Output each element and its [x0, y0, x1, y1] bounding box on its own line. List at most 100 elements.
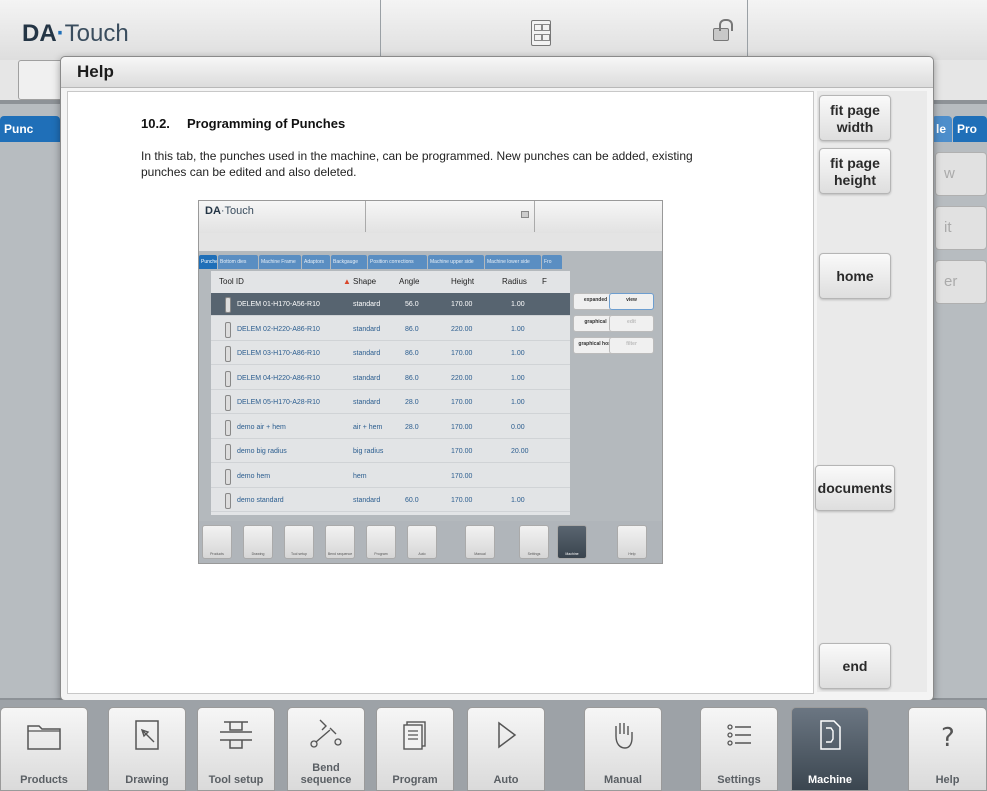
cell-id: DELEM 03-H170-A86-R10: [237, 350, 320, 357]
cell-shape: big radius: [353, 448, 384, 455]
cell-radius: 20.00: [511, 448, 529, 455]
section-title: Programming of Punches: [187, 116, 346, 131]
nav-label: Help: [935, 774, 960, 786]
screenshot-top-segment: [366, 201, 535, 232]
screenshot-logo: DA·Touch: [205, 205, 254, 217]
background-tab: Pro: [953, 116, 987, 142]
end-button[interactable]: end: [819, 643, 891, 689]
screenshot-nav-button: Settings: [519, 525, 549, 559]
cell-shape: standard: [353, 350, 381, 357]
background-button-label: w: [944, 165, 955, 182]
screenshot-bottom-nav: Products Drawing Tool setup Bend sequenc…: [199, 521, 662, 563]
svg-text:?: ?: [941, 723, 955, 752]
nav-label: Bend sequence: [300, 762, 352, 786]
help-button-panel: fit page width fit page height home docu…: [815, 91, 927, 692]
screenshot-lock-icon: [521, 211, 529, 218]
screenshot-nav-button: Bend sequence: [325, 525, 355, 559]
cell-radius: 1.00: [511, 301, 525, 308]
cell-angle: 86.0: [405, 325, 419, 333]
screenshot-view-button: view: [609, 293, 654, 310]
cell-id: demo big radius: [237, 448, 287, 455]
cell-angle: 56.0: [405, 301, 419, 308]
sort-triangle-icon: ▲: [343, 277, 351, 286]
nav-settings-button[interactable]: Settings: [700, 707, 778, 791]
screenshot-punch-table: Tool ID ▲ Shape Angle Height Radius F DE…: [211, 271, 570, 515]
screenshot-table-row: demo air + hem air + hem 28.0 170.00 0.00: [211, 416, 570, 439]
cell-radius: 1.00: [511, 325, 525, 333]
nav-machine-button[interactable]: Machine: [791, 707, 869, 791]
fit-page-width-button[interactable]: fit page width: [819, 95, 891, 141]
bottom-navigation: Products Drawing Tool setup Bend sequence…: [0, 700, 987, 791]
cell-height: 170.00: [451, 399, 473, 406]
top-bar-tools-section: [381, 0, 748, 58]
cell-id: DELEM 02-H220-A86-R10: [237, 325, 320, 333]
background-tab: le: [932, 116, 952, 142]
screenshot-nav-button: Products: [202, 525, 232, 559]
documents-button[interactable]: documents: [815, 465, 895, 511]
screenshot-nav-button: Manual: [465, 525, 495, 559]
screenshot-nav-button: Help: [617, 525, 647, 559]
cell-radius: 1.00: [511, 399, 525, 406]
nav-label: Auto: [493, 774, 519, 786]
nav-auto-button[interactable]: Auto: [467, 707, 545, 791]
background-tab-label: le: [936, 122, 947, 136]
screenshot-edit-button: edit: [609, 315, 654, 332]
screenshot-nav-button: Machine: [557, 525, 587, 559]
punch-tool-icon: [225, 370, 231, 387]
cell-radius: 1.00: [511, 350, 525, 357]
nav-label: Settings: [717, 774, 761, 786]
background-button: w: [935, 152, 987, 196]
cell-id: DELEM 01-H170-A56-R10: [237, 301, 320, 308]
cell-angle: 28.0: [405, 399, 419, 406]
cell-height: 170.00: [451, 423, 473, 431]
background-button-label: er: [944, 273, 958, 290]
cell-height: 170.00: [451, 448, 473, 455]
screenshot-filter-button: filter: [609, 337, 654, 354]
punch-tool-icon: [225, 321, 231, 338]
play-icon: [498, 721, 517, 749]
drawing-icon: [135, 720, 159, 750]
punch-tool-icon: [225, 493, 231, 509]
screenshot-tab: Bottom dies: [218, 255, 258, 269]
calculator-icon[interactable]: [531, 20, 551, 46]
screenshot-tab: Machine lower side: [485, 255, 541, 269]
section-paragraph: In this tab, the punches used in the mac…: [141, 149, 693, 179]
screenshot-table-row: demo hem hem 170.00: [211, 465, 570, 488]
screenshot-tab: Backgauge: [331, 255, 367, 269]
nav-help-button[interactable]: ? Help: [908, 707, 987, 791]
nav-label: Products: [20, 774, 68, 786]
nav-drawing-button[interactable]: Drawing: [108, 707, 186, 791]
nav-tool-setup-button[interactable]: Tool setup: [197, 707, 275, 791]
lock-icon[interactable]: [713, 19, 733, 41]
screenshot-toolbar: [199, 233, 662, 251]
nav-label: Drawing: [125, 774, 169, 786]
bend-sequence-icon: [310, 719, 342, 748]
settings-list-icon: [727, 724, 751, 746]
nav-manual-button[interactable]: Manual: [584, 707, 662, 791]
nav-products-button[interactable]: Products: [0, 707, 88, 791]
background-tab-punches: Punc: [0, 116, 60, 142]
machine-document-icon: [820, 720, 841, 750]
cell-shape: standard: [353, 374, 381, 382]
home-button[interactable]: home: [819, 253, 891, 299]
nav-bend-sequence-button[interactable]: Bend sequence: [287, 707, 365, 791]
nav-label: Manual: [604, 774, 642, 786]
cell-height: 170.00: [451, 350, 473, 357]
cell-radius: 1.00: [511, 497, 525, 504]
screenshot-tab: Machine Frame: [259, 255, 301, 269]
help-document-view[interactable]: 10.2. Programming of Punches In this tab,…: [67, 91, 814, 694]
nav-program-button[interactable]: Program: [376, 707, 454, 791]
fit-page-height-button[interactable]: fit page height: [819, 148, 891, 194]
nav-label: Tool setup: [208, 774, 264, 786]
screenshot-tab: Fro: [542, 255, 562, 269]
cell-shape: hem: [353, 472, 367, 480]
top-bar: DA·Touch: [0, 0, 987, 60]
cell-id: DELEM 04-H220-A86-R10: [237, 374, 320, 382]
cell-angle: 86.0: [405, 374, 419, 382]
help-dialog-title: Help: [77, 62, 114, 81]
cell-id: demo air + hem: [237, 423, 286, 431]
background-button: er: [935, 260, 987, 304]
cell-height: 220.00: [451, 325, 473, 333]
screenshot-table-row: DELEM 01-H170-A56-R10 standard 56.0 170.00 1…: [211, 293, 570, 316]
cell-shape: standard: [353, 325, 381, 333]
